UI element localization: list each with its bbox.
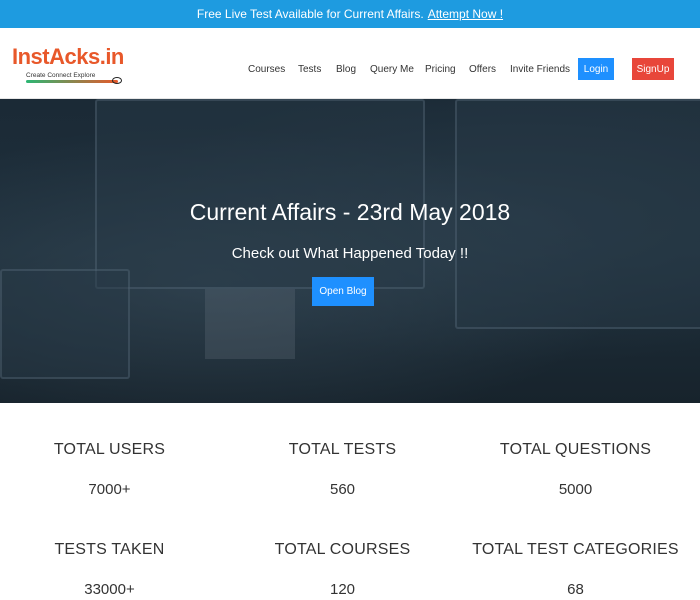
stat-value: 68: [567, 581, 584, 598]
nav-item-query-me[interactable]: Query Me: [370, 64, 414, 75]
signup-button[interactable]: SignUp: [632, 58, 674, 80]
stat-value: 33000+: [84, 581, 135, 598]
nav-item-offers[interactable]: Offers: [469, 64, 496, 75]
open-blog-button[interactable]: Open Blog: [312, 277, 374, 306]
background-monitor-stand: [205, 289, 295, 359]
stat-label: TESTS TAKEN: [54, 541, 165, 558]
stat-tests-taken: TESTS TAKEN 33000+: [0, 541, 226, 598]
stat-value: 5000: [558, 481, 593, 498]
stat-label: TOTAL TESTS: [288, 441, 397, 458]
stat-total-questions: TOTAL QUESTIONS 5000: [459, 441, 692, 498]
announcement-bar: Free Live Test Available for Current Aff…: [0, 0, 700, 28]
nav-item-courses[interactable]: Courses: [248, 64, 285, 75]
stat-total-tests: TOTAL TESTS 560: [226, 441, 459, 498]
stat-total-users: TOTAL USERS 7000+: [0, 441, 226, 498]
stat-total-test-categories: TOTAL TEST CATEGORIES 68: [459, 541, 692, 598]
stat-value: 120: [329, 581, 356, 598]
hero-title: Current Affairs - 23rd May 2018: [189, 199, 511, 225]
login-button[interactable]: Login: [578, 58, 614, 80]
background-laptop: [0, 269, 130, 379]
stat-label: TOTAL QUESTIONS: [499, 441, 652, 458]
stat-label: TOTAL COURSES: [274, 541, 411, 558]
stat-total-courses: TOTAL COURSES 120: [226, 541, 459, 598]
nav-item-blog[interactable]: Blog: [336, 64, 356, 75]
stat-value: 7000+: [88, 481, 131, 498]
stat-value: 560: [329, 481, 356, 498]
nav-item-invite-friends[interactable]: Invite Friends: [510, 64, 570, 75]
stat-label: TOTAL USERS: [53, 441, 166, 458]
hero-banner: Current Affairs - 23rd May 2018 Check ou…: [0, 99, 700, 403]
announcement-text: Free Live Test Available for Current Aff…: [196, 7, 424, 21]
attempt-now-link[interactable]: Attempt Now !: [428, 7, 503, 21]
stats-section: TOTAL USERS 7000+ TOTAL TESTS 560 TOTAL …: [0, 403, 700, 600]
nav-item-tests[interactable]: Tests: [298, 64, 321, 75]
nav-item-pricing[interactable]: Pricing: [425, 64, 456, 75]
hero-subtitle: Check out What Happened Today !!: [231, 245, 469, 262]
stat-label: TOTAL TEST CATEGORIES: [472, 541, 679, 558]
